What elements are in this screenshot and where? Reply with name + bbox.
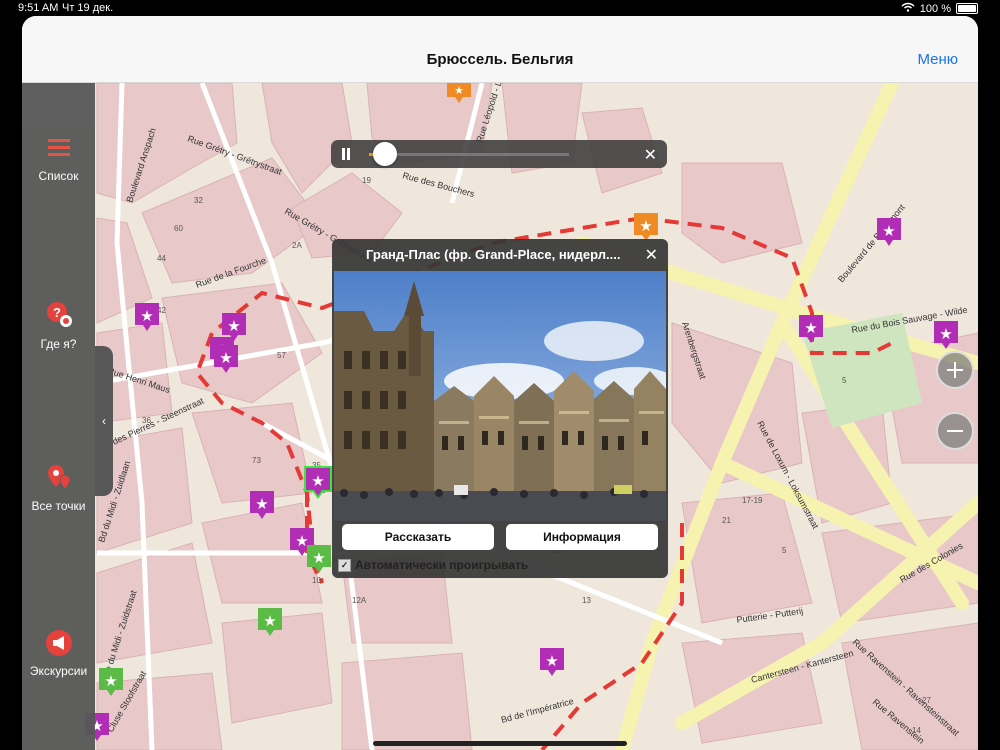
building-number: 73 (252, 456, 261, 465)
svg-text:★: ★ (227, 318, 240, 335)
svg-text:★: ★ (140, 308, 153, 325)
svg-text:★: ★ (219, 350, 232, 367)
popup-title: Гранд-Плас (фр. Grand-Place, нидерл.... (366, 247, 621, 262)
page-title: Брюссель. Бельгия (426, 51, 574, 68)
svg-text:★: ★ (882, 223, 895, 240)
sidebar-item-label: Экскурсии (29, 664, 88, 678)
building-number: 5 (782, 546, 787, 555)
building-number: 13 (582, 596, 591, 605)
svg-text:★: ★ (104, 673, 117, 690)
building-number: 12A (352, 596, 367, 605)
audio-player: ✕ (331, 140, 667, 168)
building-number: 2A (292, 241, 302, 250)
svg-text:★: ★ (312, 550, 325, 567)
menu-button[interactable]: Меню (917, 51, 958, 68)
building-number: 57 (277, 351, 286, 360)
poi-photo (334, 271, 666, 521)
svg-text:★: ★ (263, 613, 276, 630)
building-number: 60 (174, 224, 183, 233)
svg-text:★: ★ (311, 473, 324, 490)
svg-text:★: ★ (545, 653, 558, 670)
building-number: 5 (842, 376, 847, 385)
nav-bar: Брюссель. Бельгия Меню (22, 16, 978, 83)
autoplay-label: Автоматически проигрывать (355, 558, 529, 572)
battery-icon (956, 3, 978, 14)
autoplay-row: ✓ Автоматически проигрывать (338, 558, 528, 572)
building-number: 32 (194, 196, 203, 205)
building-number: 17-19 (742, 496, 763, 505)
svg-text:★: ★ (639, 218, 652, 235)
battery-percent: 100 % (919, 2, 951, 15)
audio-scrubber[interactable] (373, 142, 397, 166)
sidebar-item-all-points[interactable]: Все точки (22, 463, 95, 513)
building-number: 36 (142, 416, 151, 425)
poi-popup: Гранд-Плас (фр. Grand-Place, нидерл.... … (332, 239, 668, 578)
popup-close-icon[interactable]: ✕ (645, 245, 658, 265)
sidebar-item-where-am-i[interactable]: ? Где я? (22, 301, 95, 351)
svg-text:★: ★ (255, 496, 268, 513)
autoplay-checkbox[interactable]: ✓ (338, 558, 351, 572)
status-time: 9:51 AM (18, 2, 59, 14)
all-points-icon (44, 463, 74, 493)
sidebar: Список ? Где я? Все точки Экскурсии (22, 83, 95, 750)
building-number: 19 (362, 176, 371, 185)
building-number: 14 (912, 726, 921, 735)
status-right: 100 % (901, 2, 978, 15)
app-screen: Брюссель. Бельгия Меню Rue Grétry - Grét… (22, 16, 978, 750)
svg-text:★: ★ (454, 85, 464, 97)
building-number: 44 (157, 254, 166, 263)
megaphone-icon (44, 628, 74, 658)
svg-text:?: ? (53, 305, 61, 320)
list-icon (44, 133, 74, 163)
info-button[interactable]: Информация (506, 524, 658, 550)
pause-icon[interactable] (339, 146, 353, 162)
tell-button[interactable]: Рассказать (342, 524, 494, 550)
sidebar-item-label: Список (38, 169, 79, 183)
building-number: 21 (722, 516, 731, 525)
zoom-out-button[interactable] (936, 412, 974, 450)
sidebar-item-tours[interactable]: Экскурсии (22, 628, 95, 678)
svg-text:★: ★ (939, 326, 952, 343)
building-number: 27 (922, 696, 931, 705)
audio-track[interactable] (369, 153, 569, 156)
svg-text:★: ★ (295, 533, 308, 550)
sidebar-item-list[interactable]: Список (22, 133, 95, 183)
building-number: 10 (312, 576, 321, 585)
svg-text:★: ★ (804, 320, 817, 337)
sidebar-item-label: Все точки (31, 499, 86, 513)
player-close-icon[interactable]: ✕ (644, 145, 657, 165)
home-indicator (373, 741, 627, 746)
zoom-in-button[interactable] (936, 351, 974, 389)
status-date: Чт 19 дек. (62, 2, 114, 14)
status-bar: 9:51 AM Чт 19 дек. 100 % (0, 0, 1000, 16)
sidebar-collapse-handle[interactable]: ‹ (95, 346, 113, 496)
wifi-icon (901, 2, 915, 15)
sidebar-item-label: Где я? (40, 337, 77, 351)
location-icon: ? (44, 301, 74, 331)
